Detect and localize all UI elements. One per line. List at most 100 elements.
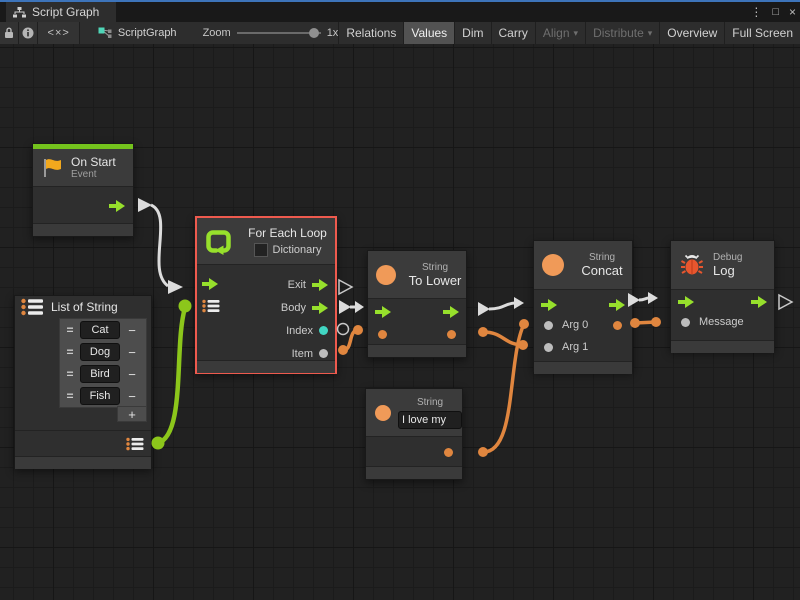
result-output-port[interactable] bbox=[613, 321, 622, 330]
node-string-literal[interactable]: String bbox=[365, 388, 463, 480]
list-item-row: = − bbox=[60, 385, 146, 407]
node-title: List of String bbox=[51, 300, 118, 314]
wire-string-to-arg0 bbox=[478, 319, 529, 457]
log-exit-indicator bbox=[779, 295, 792, 309]
node-subtitle: Event bbox=[71, 169, 116, 181]
wire-body-to-tolower bbox=[339, 300, 364, 314]
lock-button[interactable] bbox=[0, 22, 19, 44]
item-output-port[interactable] bbox=[319, 349, 328, 358]
node-on-start[interactable]: On Start Event bbox=[32, 143, 134, 237]
flow-output-port[interactable] bbox=[751, 296, 767, 308]
flow-input-port[interactable] bbox=[202, 278, 218, 290]
lock-icon bbox=[4, 27, 14, 39]
zoom-control: Zoom 1x bbox=[203, 27, 339, 39]
flow-output-port[interactable] bbox=[609, 299, 625, 311]
wire-tolower-to-arg1 bbox=[478, 327, 528, 350]
flow-output-port[interactable] bbox=[109, 200, 125, 212]
exit-output-port[interactable] bbox=[312, 279, 328, 291]
list-inspector: = − = − = − = − bbox=[59, 318, 147, 408]
list-item-row: = − bbox=[60, 363, 146, 385]
node-list-of-string[interactable]: List of String = − = − = − bbox=[14, 295, 152, 469]
wire-concat-to-message bbox=[630, 317, 661, 328]
dictionary-checkbox[interactable] bbox=[254, 243, 268, 257]
flow-output-port[interactable] bbox=[443, 306, 459, 318]
port-label-message: Message bbox=[699, 316, 744, 328]
toolbar-button-distribute[interactable]: Distribute ▾ bbox=[585, 22, 659, 44]
string-value-field[interactable] bbox=[398, 411, 462, 429]
node-for-each-loop[interactable]: For Each Loop Dictionary Exit bbox=[195, 216, 337, 374]
window-menu-button[interactable]: ⋮ bbox=[750, 5, 762, 19]
toolbar-button-fullscreen[interactable]: Full Screen bbox=[724, 22, 800, 44]
drag-handle-icon[interactable]: = bbox=[64, 345, 76, 359]
port-label-item: Item bbox=[292, 348, 313, 360]
remove-item-button[interactable]: − bbox=[124, 345, 140, 360]
window-close-button[interactable]: × bbox=[789, 5, 796, 19]
window-controls: ⋮ □ × bbox=[750, 2, 796, 22]
index-output-port[interactable] bbox=[319, 326, 328, 335]
toolbar-button-values[interactable]: Values bbox=[403, 22, 454, 44]
toolbar-button-dim[interactable]: Dim bbox=[454, 22, 490, 44]
drag-handle-icon[interactable]: = bbox=[64, 367, 76, 381]
flag-icon bbox=[41, 157, 63, 179]
port-label-exit: Exit bbox=[288, 279, 306, 291]
dictionary-label: Dictionary bbox=[273, 244, 322, 256]
string-type-icon bbox=[376, 265, 396, 285]
list-item-field[interactable] bbox=[80, 343, 120, 361]
node-title: For Each Loop bbox=[248, 226, 327, 240]
flow-input-port[interactable] bbox=[541, 299, 557, 311]
tab-script-graph[interactable]: Script Graph bbox=[6, 2, 116, 22]
node-footer bbox=[671, 340, 774, 353]
toolbar-button-carry[interactable]: Carry bbox=[491, 22, 535, 44]
zoom-slider[interactable] bbox=[237, 27, 321, 39]
node-debug-log[interactable]: Debug Log Message bbox=[670, 240, 775, 351]
window-maximize-button[interactable]: □ bbox=[772, 6, 779, 18]
breadcrumb[interactable]: ScriptGraph bbox=[98, 27, 177, 39]
wire-list-to-foreach bbox=[152, 300, 192, 450]
loop-icon bbox=[205, 228, 232, 255]
zoom-value: 1x bbox=[327, 27, 339, 39]
flow-input-port[interactable] bbox=[678, 296, 694, 308]
add-item-button[interactable]: + bbox=[117, 406, 147, 422]
remove-item-button[interactable]: − bbox=[124, 367, 140, 382]
string-type-icon bbox=[375, 405, 391, 421]
focus-highlight-line bbox=[0, 0, 800, 2]
remove-item-button[interactable]: − bbox=[124, 389, 140, 404]
string-output-port[interactable] bbox=[444, 448, 453, 457]
toolbar-button-align[interactable]: Align ▾ bbox=[535, 22, 585, 44]
info-button[interactable] bbox=[19, 22, 38, 44]
port-label-body: Body bbox=[281, 302, 306, 314]
node-footer bbox=[368, 344, 466, 357]
list-item-row: = − bbox=[60, 341, 146, 363]
arg0-input-port[interactable] bbox=[544, 321, 553, 330]
toolbar-toggles: Relations Values Dim Carry Align ▾ Distr… bbox=[338, 22, 800, 44]
tab-title: Script Graph bbox=[32, 5, 99, 19]
node-footer bbox=[15, 456, 151, 469]
list-input-port[interactable] bbox=[202, 299, 220, 313]
code-view-button[interactable]: <×> bbox=[38, 22, 79, 44]
drag-handle-icon[interactable]: = bbox=[64, 389, 76, 403]
node-string-concat[interactable]: String Concat Arg 0 Arg 1 bbox=[533, 240, 633, 372]
list-item-field[interactable] bbox=[80, 387, 120, 405]
list-item-field[interactable] bbox=[80, 321, 120, 339]
remove-item-button[interactable]: − bbox=[124, 323, 140, 338]
arg1-input-port[interactable] bbox=[544, 343, 553, 352]
flow-input-port[interactable] bbox=[375, 306, 391, 318]
graph-toolbar: <×> ScriptGraph Zoom 1x Relations Values… bbox=[0, 22, 800, 45]
list-output-port[interactable] bbox=[126, 437, 144, 451]
zoom-slider-handle[interactable] bbox=[309, 28, 319, 38]
node-title: To Lower bbox=[409, 274, 462, 288]
body-output-port[interactable] bbox=[312, 302, 328, 314]
wire-tolower-to-concat bbox=[478, 297, 524, 316]
list-item-field[interactable] bbox=[80, 365, 120, 383]
result-output-port[interactable] bbox=[447, 330, 456, 339]
message-input-port[interactable] bbox=[681, 318, 690, 327]
node-type-label: String bbox=[417, 397, 443, 409]
toolbar-button-relations[interactable]: Relations bbox=[338, 22, 403, 44]
drag-handle-icon[interactable]: = bbox=[64, 323, 76, 337]
node-footer bbox=[33, 223, 133, 236]
string-type-icon bbox=[542, 254, 564, 276]
node-string-to-lower[interactable]: String To Lower bbox=[367, 250, 467, 358]
toolbar-button-overview[interactable]: Overview bbox=[659, 22, 724, 44]
string-input-port[interactable] bbox=[378, 330, 387, 339]
graph-canvas[interactable]: On Start Event List of String bbox=[0, 44, 800, 600]
